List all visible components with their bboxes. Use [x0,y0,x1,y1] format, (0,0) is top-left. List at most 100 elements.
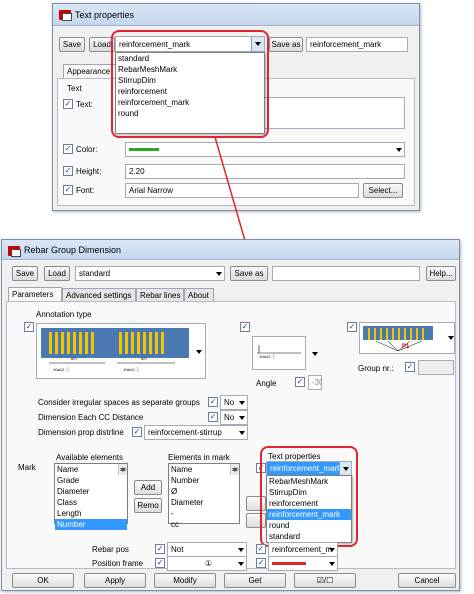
position-frame-dropdown[interactable]: ① [167,556,247,571]
diagram-dim-right: 6/0 [141,356,147,361]
chevron-down-icon [238,548,244,552]
angle-checkbox[interactable]: ✓ [295,377,305,387]
add-button[interactable]: Add [134,480,162,495]
save-as-button[interactable]: Save as [230,266,268,281]
save-as-input[interactable] [272,266,420,281]
irregular-spaces-dropdown[interactable]: No [220,395,248,410]
list-item[interactable]: Diameter [55,486,127,497]
dim-each-cc-checkbox[interactable]: ✓ [208,412,218,422]
rebar-group-dimension-window: Rebar Group Dimension Save Load standard… [1,239,460,591]
rebar-pos-value: Not [171,545,184,554]
chevron-down-icon [216,272,222,276]
bar-group-icon [368,328,424,352]
dim-each-cc-label: Dimension Each CC Distance [38,413,144,422]
group-nr-checkbox[interactable]: ✓ [405,362,415,372]
get-button[interactable]: Get [224,573,286,588]
angle-diagram-checkbox[interactable]: ✓ [240,322,250,332]
chevron-down-icon [239,431,245,435]
position-frame-value: ① [204,559,213,568]
chevron-down-icon [239,416,245,420]
dim-each-cc-dropdown[interactable]: No [220,410,248,425]
highlight-box [260,446,358,547]
scrollbar[interactable] [230,464,239,475]
p1-label: P1 [402,344,410,350]
group-diagram-dropdown[interactable]: P1 [359,322,455,354]
list-item[interactable]: Grade [55,475,127,486]
cancel-button[interactable]: Cancel [398,573,456,588]
frame-color-swatch [272,562,306,565]
tab-rebar-lines[interactable]: Rebar lines [136,288,184,302]
list-item[interactable]: Number [169,475,239,486]
chevron-down-icon[interactable] [448,336,454,340]
irregular-spaces-checkbox[interactable]: ✓ [208,397,218,407]
dimension-line-icon [49,362,175,364]
list-item[interactable]: Length [55,508,127,519]
list-item[interactable]: Name [55,464,127,475]
list-item[interactable]: Class [55,497,127,508]
preset-dropdown[interactable]: standard [75,266,225,281]
angle-input[interactable]: -30 [308,375,322,390]
mark-label: Mark [18,463,36,472]
chevron-down-icon [329,548,335,552]
position-frame-label: Position frame [92,559,144,568]
tab-about[interactable]: About [184,288,214,302]
annotation-type-checkbox[interactable]: ✓ [24,322,34,332]
rebar-pos-label: Rebar pos [92,545,129,554]
help-button[interactable]: Help... [426,266,456,281]
window-title: Rebar Group Dimension [24,245,122,255]
angle-diagram-text: 10⌀12 ⓘ [259,354,276,359]
group-nr-label: Group nr.: [358,364,394,373]
modify-button[interactable]: Modify [154,573,216,588]
dim-prop-checkbox[interactable]: ✓ [132,427,142,437]
chevron-down-icon [239,401,245,405]
list-item[interactable]: Ø [169,486,239,497]
rebar-pos-text-dropdown[interactable]: reinforcement_m [268,542,338,557]
position-frame-checkbox[interactable]: ✓ [155,558,165,568]
chevron-down-icon[interactable] [312,352,318,356]
rebar-pos-text-value: reinforcement_m [272,545,333,554]
diagram-dim-left: 6/0 [71,356,77,361]
dim-prop-dropdown[interactable]: reinforcement-stirrup [144,425,248,440]
list-item[interactable]: cc [169,519,239,530]
diagram-sub-right: 10⌀12 ⓘ [123,367,140,372]
list-item[interactable]: Number [55,519,127,530]
frame-color-checkbox[interactable]: ✓ [256,558,266,568]
bar-diagram-icon [49,332,164,354]
tab-advanced-settings[interactable]: Advanced settings [62,288,136,302]
dim-each-cc-value: No [224,413,235,422]
irregular-spaces-label: Consider irregular spaces as separate gr… [38,398,200,407]
scroll-down-icon [232,468,238,472]
rebar-pos-checkbox[interactable]: ✓ [155,544,165,554]
chevron-down-icon [329,562,335,566]
toggle-all-button[interactable]: ☑/☐ [294,573,356,588]
list-item[interactable]: Name [169,464,239,475]
available-elements-label: Available elements [56,453,124,462]
rebar-pos-dropdown[interactable]: Not [167,542,247,557]
chevron-down-icon[interactable] [196,350,202,354]
apply-button[interactable]: Apply [84,573,146,588]
remove-button[interactable]: Remo [134,498,162,513]
diagram-sub-left: 10⌀12 ⓘ [53,367,70,372]
scroll-down-icon [120,468,126,472]
save-button[interactable]: Save [12,266,38,281]
tab-parameters[interactable]: Parameters [8,287,62,302]
ok-button[interactable]: OK [12,573,74,588]
chevron-down-icon [238,562,244,566]
list-item[interactable]: - [169,508,239,519]
available-elements-list[interactable]: Name Grade Diameter Class Length Number [54,463,128,530]
load-button[interactable]: Load [44,266,70,281]
frame-color-dropdown[interactable] [268,556,338,571]
list-item[interactable]: Diameter [169,497,239,508]
elements-in-mark-list[interactable]: Name Number Ø Diameter - cc [168,463,240,529]
group-diagram-checkbox[interactable]: ✓ [347,322,357,332]
title-bar: Rebar Group Dimension [2,240,459,260]
irregular-spaces-value: No [224,398,235,407]
scrollbar[interactable] [118,464,127,475]
dim-prop-label: Dimension prop distrline [38,428,124,437]
angle-diagram-dropdown[interactable]: 10⌀12 ⓘ [252,336,306,370]
group-nr-input[interactable] [418,360,454,375]
angle-label: Angle [256,379,277,388]
rebar-pos-text-checkbox[interactable]: ✓ [256,544,266,554]
app-icon [8,246,21,257]
annotation-type-dropdown[interactable]: 6/0 10⌀12 ⓘ 6/0 10⌀12 ⓘ [36,323,206,379]
